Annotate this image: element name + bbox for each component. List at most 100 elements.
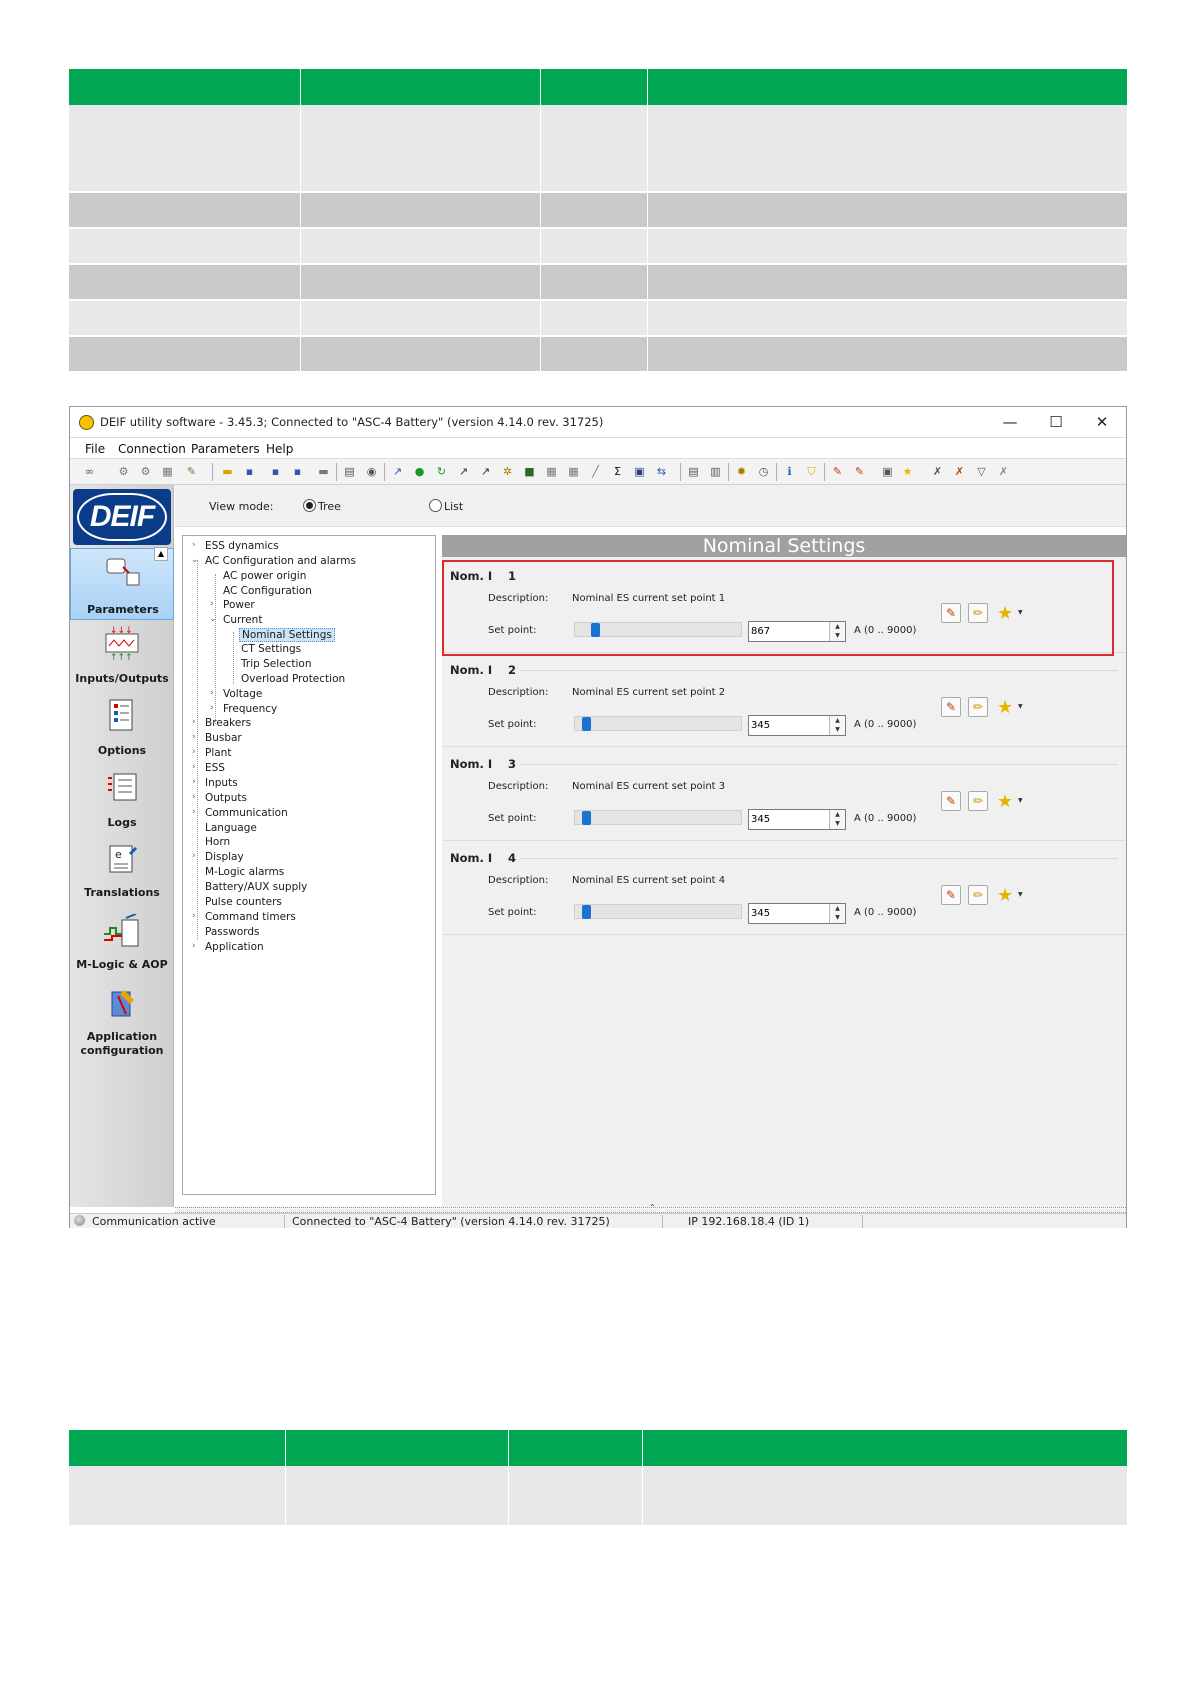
gear-icon[interactable]: ✹ bbox=[734, 464, 749, 479]
tree-item-nominal-settings[interactable]: Nominal Settings bbox=[239, 628, 335, 642]
pencil-icon[interactable]: ✏ bbox=[968, 791, 988, 811]
tree-item-command-timers[interactable]: Command timers bbox=[205, 911, 296, 923]
chevron-down-icon[interactable]: ▼ bbox=[1018, 891, 1023, 898]
setpoint-slider-track[interactable] bbox=[574, 716, 742, 731]
tree-item-plant[interactable]: Plant bbox=[205, 747, 231, 759]
edit-params-icon[interactable]: ✎ bbox=[830, 464, 845, 479]
timer-icon[interactable]: ◷ bbox=[756, 464, 771, 479]
tree-item-trip-selection[interactable]: Trip Selection bbox=[241, 658, 312, 670]
tree-item-ac-power-origin[interactable]: AC power origin bbox=[223, 570, 306, 582]
save-options-icon[interactable]: ▪ bbox=[290, 464, 305, 479]
setpoint-stepper[interactable]: ▲▼ bbox=[748, 903, 846, 924]
tree-item-application[interactable]: Application bbox=[205, 941, 264, 953]
chart-icon[interactable]: ↗ bbox=[390, 464, 405, 479]
favorite-star-icon[interactable]: ★ bbox=[997, 697, 1013, 718]
shield-icon[interactable]: ⛉ bbox=[804, 464, 819, 479]
write-param-icon[interactable]: ✎ bbox=[941, 791, 961, 811]
save-device-icon[interactable]: ▪ bbox=[268, 464, 283, 479]
write-param-icon[interactable]: ✎ bbox=[941, 885, 961, 905]
bar-chart-icon[interactable]: ▥ bbox=[708, 464, 723, 479]
wrench-icon[interactable]: ✗ bbox=[996, 464, 1011, 479]
open-folder-icon[interactable]: ▬ bbox=[220, 464, 235, 479]
nav-options[interactable]: Options bbox=[70, 692, 174, 764]
tree-item-ac-configuration[interactable]: AC Configuration bbox=[223, 585, 312, 597]
pen-icon[interactable]: ╱ bbox=[588, 464, 603, 479]
tree-item-voltage[interactable]: Voltage bbox=[223, 688, 262, 700]
maximize-button[interactable]: ☐ bbox=[1034, 411, 1078, 433]
tree-item-display[interactable]: Display bbox=[205, 851, 244, 863]
tools-icon[interactable]: ▦ bbox=[544, 464, 559, 479]
nav-application-configuration[interactable]: Application configuration bbox=[70, 980, 174, 1057]
stepper-down-button[interactable]: ▼ bbox=[830, 913, 845, 922]
menu-connection[interactable]: Connection bbox=[118, 442, 186, 456]
tree-item-pulse-counters[interactable]: Pulse counters bbox=[205, 896, 282, 908]
stepper-up-button[interactable]: ▲ bbox=[830, 810, 845, 819]
save-icon[interactable]: ▪ bbox=[242, 464, 257, 479]
id-icon[interactable]: ▣ bbox=[632, 464, 647, 479]
tree-item-ct-settings[interactable]: CT Settings bbox=[241, 643, 301, 655]
eraser-icon[interactable]: ✗ bbox=[952, 464, 967, 479]
stepper-up-button[interactable]: ▲ bbox=[830, 904, 845, 913]
write-icon[interactable]: ↗ bbox=[456, 464, 471, 479]
settings-icon[interactable]: ✲ bbox=[500, 464, 515, 479]
tree-item-busbar[interactable]: Busbar bbox=[205, 732, 242, 744]
list-radio[interactable] bbox=[429, 499, 442, 512]
refresh-icon[interactable]: ↻ bbox=[434, 464, 449, 479]
pencil-icon[interactable]: ✏ bbox=[968, 885, 988, 905]
menu-file[interactable]: File bbox=[85, 442, 105, 456]
stepper-down-button[interactable]: ▼ bbox=[830, 725, 845, 734]
star-icon[interactable]: ★ bbox=[900, 464, 915, 479]
setpoint-slider-thumb[interactable] bbox=[582, 905, 592, 919]
edit-dropdown-icon[interactable]: ✎ bbox=[852, 464, 867, 479]
tree-item-overload-protection[interactable]: Overload Protection bbox=[241, 673, 345, 685]
menu-help[interactable]: Help bbox=[266, 442, 293, 456]
tree-item-ess[interactable]: ESS bbox=[205, 762, 225, 774]
nav-translations[interactable]: e Translations bbox=[70, 836, 174, 908]
print-preview-icon[interactable]: ◉ bbox=[364, 464, 379, 479]
tree-item-power[interactable]: Power bbox=[223, 599, 255, 611]
table-icon[interactable]: ▤ bbox=[686, 464, 701, 479]
device-icon[interactable]: ▦ bbox=[160, 464, 175, 479]
monitor-icon[interactable]: ■ bbox=[522, 464, 537, 479]
link-icon[interactable]: ∞ bbox=[82, 464, 97, 479]
tree-item-ess-dynamics[interactable]: ESS dynamics bbox=[205, 540, 279, 552]
setpoint-slider-thumb[interactable] bbox=[582, 717, 592, 731]
tree-item-frequency[interactable]: Frequency bbox=[223, 703, 277, 715]
tree-item-language[interactable]: Language bbox=[205, 822, 257, 834]
stepper-up-button[interactable]: ▲ bbox=[830, 716, 845, 725]
tree-radio-label[interactable]: Tree bbox=[318, 500, 341, 513]
favorite-star-icon[interactable]: ★ bbox=[997, 885, 1013, 906]
title-bar[interactable]: DEIF utility software - 3.45.3; Connecte… bbox=[70, 407, 1126, 437]
favorites-folder-icon[interactable]: ▣ bbox=[880, 464, 895, 479]
disconnect-icon[interactable]: ⚙ bbox=[138, 464, 153, 479]
menu-parameters[interactable]: Parameters bbox=[191, 442, 260, 456]
tree-item-horn[interactable]: Horn bbox=[205, 836, 230, 848]
setpoint-slider-thumb[interactable] bbox=[582, 811, 592, 825]
setpoint-stepper[interactable]: ▲▼ bbox=[748, 715, 846, 736]
setpoint-stepper[interactable]: ▲▼ bbox=[748, 809, 846, 830]
tree-item-communication[interactable]: Communication bbox=[205, 807, 288, 819]
tree-item-outputs[interactable]: Outputs bbox=[205, 792, 247, 804]
nav-logs[interactable]: Logs bbox=[70, 764, 174, 836]
tree-item-mlogic-alarms[interactable]: M-Logic alarms bbox=[205, 866, 284, 878]
close-button[interactable]: ✕ bbox=[1080, 411, 1124, 433]
filter-icon[interactable]: ▽ bbox=[974, 464, 989, 479]
setpoint-input[interactable] bbox=[751, 812, 827, 827]
wizard-icon[interactable]: ✎ bbox=[184, 464, 199, 479]
tree-item-current[interactable]: Current bbox=[223, 614, 262, 626]
favorite-star-icon[interactable]: ★ bbox=[997, 791, 1013, 812]
tree-item-ac-configuration-and-alarms[interactable]: AC Configuration and alarms bbox=[205, 555, 356, 567]
online-icon[interactable]: ● bbox=[412, 464, 427, 479]
connect-icon[interactable]: ⚙ bbox=[116, 464, 131, 479]
transfer-icon[interactable]: ⇆ bbox=[654, 464, 669, 479]
tree-item-inputs[interactable]: Inputs bbox=[205, 777, 238, 789]
compare-icon[interactable]: ▦ bbox=[566, 464, 581, 479]
pencil-icon[interactable]: ✏ bbox=[968, 697, 988, 717]
stepper-down-button[interactable]: ▼ bbox=[830, 819, 845, 828]
setpoint-input[interactable] bbox=[751, 906, 827, 921]
tree-item-passwords[interactable]: Passwords bbox=[205, 926, 260, 938]
chevron-down-icon[interactable]: ▼ bbox=[1018, 797, 1023, 804]
setpoint-slider-track[interactable] bbox=[574, 810, 742, 825]
tree-item-battery-aux-supply[interactable]: Battery/AUX supply bbox=[205, 881, 307, 893]
chevron-down-icon[interactable]: ▼ bbox=[1018, 703, 1023, 710]
